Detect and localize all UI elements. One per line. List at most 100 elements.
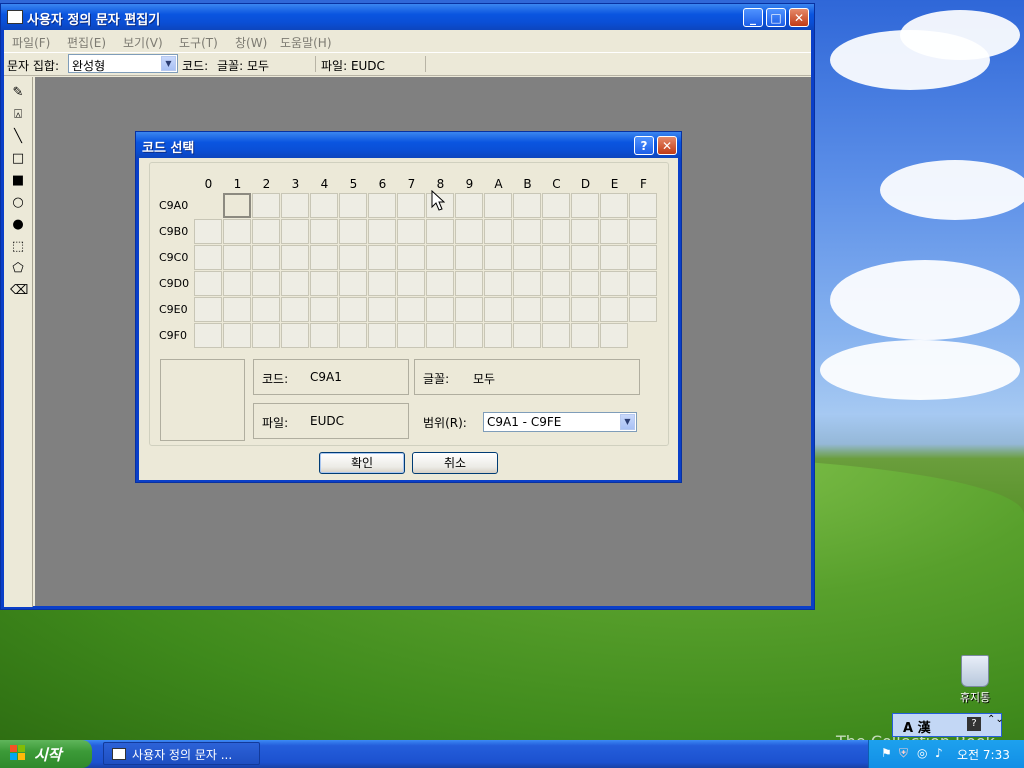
- charset-select[interactable]: 완성형 ▼: [68, 54, 178, 73]
- network-icon[interactable]: ⚑: [881, 746, 892, 760]
- code-cell[interactable]: [542, 297, 570, 322]
- code-cell[interactable]: [310, 271, 338, 296]
- minimize-button[interactable]: _: [743, 8, 763, 27]
- dialog-close-button[interactable]: ✕: [657, 136, 677, 155]
- langbar-menu-icon[interactable]: ⌃⌄: [987, 714, 1004, 725]
- code-cell[interactable]: [310, 297, 338, 322]
- code-cell[interactable]: [281, 271, 309, 296]
- code-cell[interactable]: [368, 271, 396, 296]
- code-cell[interactable]: [252, 193, 280, 218]
- code-cell[interactable]: [455, 271, 483, 296]
- code-cell[interactable]: [571, 193, 599, 218]
- hollow-ellipse-icon[interactable]: ○: [10, 195, 26, 211]
- menu-tools[interactable]: 도구(T): [179, 34, 218, 51]
- code-cell[interactable]: [194, 219, 222, 244]
- code-cell[interactable]: [513, 297, 541, 322]
- menu-window[interactable]: 창(W): [235, 34, 267, 51]
- code-cell[interactable]: [223, 323, 251, 348]
- code-cell[interactable]: [397, 245, 425, 270]
- code-cell[interactable]: [629, 193, 657, 218]
- code-cell[interactable]: [455, 245, 483, 270]
- code-cell[interactable]: [542, 193, 570, 218]
- code-cell[interactable]: [397, 193, 425, 218]
- menu-file[interactable]: 파일(F): [12, 34, 50, 51]
- menu-help[interactable]: 도움말(H): [280, 34, 332, 51]
- code-cell[interactable]: [484, 193, 512, 218]
- ok-button[interactable]: 확인: [319, 452, 405, 474]
- code-cell[interactable]: [339, 219, 367, 244]
- code-cell[interactable]: [629, 297, 657, 322]
- code-cell[interactable]: [310, 323, 338, 348]
- code-cell[interactable]: [571, 219, 599, 244]
- recycle-bin[interactable]: 휴지통: [950, 655, 1000, 705]
- code-cell[interactable]: [339, 271, 367, 296]
- code-cell[interactable]: [368, 323, 396, 348]
- code-cell[interactable]: [484, 219, 512, 244]
- title-bar[interactable]: 사용자 정의 문자 편집기 _ □ ✕: [1, 4, 814, 30]
- clock[interactable]: 오전 7:33: [957, 746, 1010, 763]
- taskbar-app-button[interactable]: 사용자 정의 문자 ...: [103, 742, 260, 765]
- brush-icon[interactable]: ⍓: [10, 107, 26, 123]
- code-cell[interactable]: [542, 219, 570, 244]
- dialog-title-bar[interactable]: 코드 선택 ? ✕: [136, 132, 681, 158]
- code-cell[interactable]: [455, 193, 483, 218]
- code-cell[interactable]: [600, 323, 628, 348]
- chevron-down-icon[interactable]: ▼: [161, 56, 176, 71]
- code-cell[interactable]: [397, 323, 425, 348]
- hollow-rectangle-icon[interactable]: □: [10, 151, 26, 167]
- code-cell[interactable]: [368, 219, 396, 244]
- code-cell[interactable]: [397, 271, 425, 296]
- code-cell[interactable]: [252, 219, 280, 244]
- filled-ellipse-icon[interactable]: ●: [10, 217, 26, 233]
- code-cell[interactable]: [484, 271, 512, 296]
- code-cell[interactable]: [252, 245, 280, 270]
- code-cell[interactable]: [455, 323, 483, 348]
- code-cell[interactable]: [281, 219, 309, 244]
- code-cell[interactable]: [571, 297, 599, 322]
- code-cell[interactable]: [310, 219, 338, 244]
- help-button[interactable]: ?: [634, 136, 654, 155]
- selected-code-cell[interactable]: [223, 193, 251, 218]
- rect-select-icon[interactable]: ⬚: [10, 239, 26, 255]
- code-cell[interactable]: [455, 219, 483, 244]
- code-cell[interactable]: [281, 245, 309, 270]
- code-cell[interactable]: [426, 271, 454, 296]
- code-cell[interactable]: [252, 297, 280, 322]
- menu-edit[interactable]: 편집(E): [67, 34, 106, 51]
- code-cell[interactable]: [368, 297, 396, 322]
- code-cell[interactable]: [426, 323, 454, 348]
- start-button[interactable]: 시작: [0, 740, 92, 768]
- code-cell[interactable]: [542, 323, 570, 348]
- code-cell[interactable]: [426, 245, 454, 270]
- update-icon[interactable]: ◎: [917, 746, 927, 760]
- code-cell[interactable]: [339, 193, 367, 218]
- security-icon[interactable]: ⛨: [899, 746, 908, 761]
- code-cell[interactable]: [600, 271, 628, 296]
- code-cell[interactable]: [600, 193, 628, 218]
- code-cell[interactable]: [368, 193, 396, 218]
- code-cell[interactable]: [513, 245, 541, 270]
- code-cell[interactable]: [629, 219, 657, 244]
- code-cell[interactable]: [368, 245, 396, 270]
- chevron-down-icon[interactable]: ▼: [620, 414, 635, 430]
- code-cell[interactable]: [629, 245, 657, 270]
- volume-icon[interactable]: ♪: [935, 746, 943, 760]
- code-cell[interactable]: [542, 245, 570, 270]
- code-cell[interactable]: [310, 193, 338, 218]
- code-cell[interactable]: [281, 297, 309, 322]
- code-cell[interactable]: [542, 271, 570, 296]
- code-cell[interactable]: [223, 219, 251, 244]
- code-cell[interactable]: [571, 271, 599, 296]
- line-icon[interactable]: ╲: [10, 129, 26, 145]
- eraser-icon[interactable]: ⌫: [10, 283, 28, 299]
- code-cell[interactable]: [252, 323, 280, 348]
- code-cell[interactable]: [339, 323, 367, 348]
- code-cell[interactable]: [194, 323, 222, 348]
- code-cell[interactable]: [397, 219, 425, 244]
- code-cell[interactable]: [281, 323, 309, 348]
- code-cell[interactable]: [513, 323, 541, 348]
- code-cell[interactable]: [455, 297, 483, 322]
- code-cell[interactable]: [600, 219, 628, 244]
- menu-view[interactable]: 보기(V): [123, 34, 163, 51]
- code-cell[interactable]: [194, 245, 222, 270]
